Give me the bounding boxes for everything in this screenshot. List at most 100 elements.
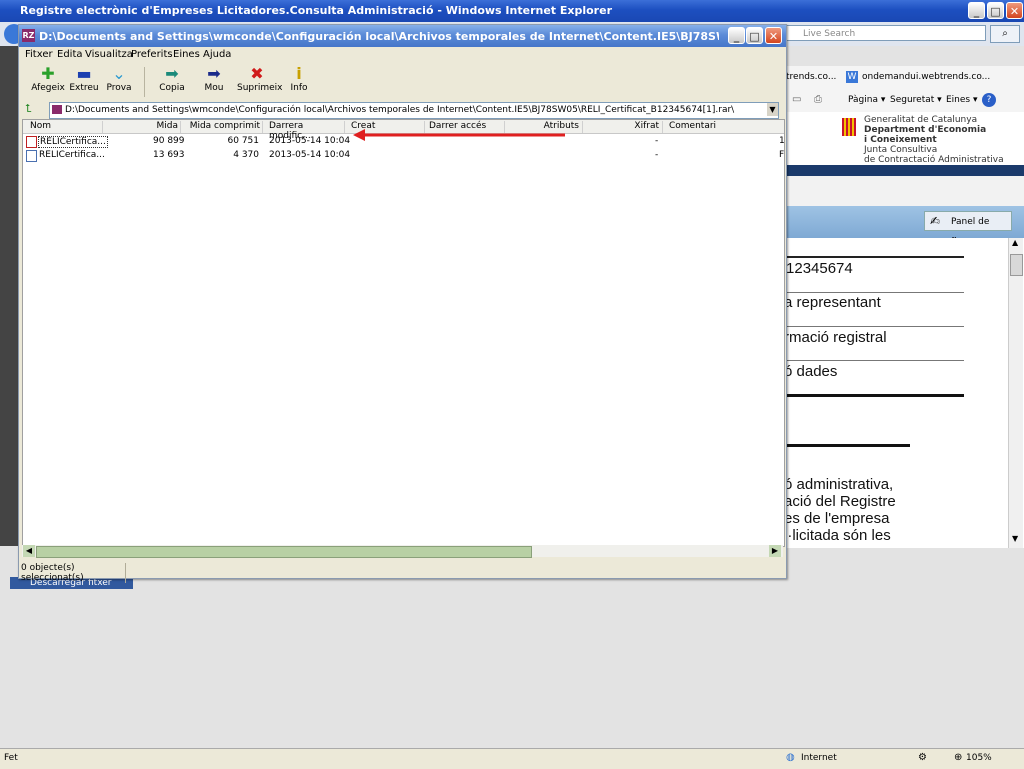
menu-help[interactable]: Ajuda [203,49,231,60]
menu-file[interactable]: Fitxer [25,49,53,60]
scroll-left-icon[interactable]: ◀ [23,545,35,557]
horizontal-scrollbar[interactable]: ◀ ▶ [22,545,783,558]
col-modified[interactable]: Darrera modific... [263,121,345,141]
zoom-level[interactable]: 105% [966,753,992,763]
ie-titlebar: Registre electrònic d'Empreses Licitador… [0,0,1024,22]
close-icon[interactable]: ✕ [1006,2,1023,19]
ie-page-content: Generalitat de Catalunya Department d'Ec… [784,112,1024,548]
scroll-up-icon[interactable]: ▲ [1012,238,1018,247]
toolbar-label: Extreu [69,83,99,93]
scrollbar-thumb[interactable] [1010,254,1023,276]
nif-fragment: B12345674 [784,260,853,277]
extract-icon: ▬ [76,64,92,83]
scrollbar-thumb[interactable] [36,546,532,558]
ie-links-bar: trends.co... W ondemandui.webtrends.co..… [784,66,1024,90]
maximize-icon[interactable]: □ [987,2,1004,19]
toolbar-label: Afegeix [31,83,65,93]
toolbar-label: Copia [159,83,185,93]
winrar-path-bar: ⮤ D:\Documents and Settings\wmconde\Conf… [19,101,786,119]
file-packed: 4 370 [233,150,259,160]
page-scrollbar[interactable]: ▲ ▼ [1008,238,1023,548]
globe-icon: ◍ [786,752,795,763]
delete-button[interactable]: ✖ Suprimeix [237,65,283,94]
menu-tools[interactable]: Eines [173,49,200,60]
gencat-line: i Coneixement [864,135,937,145]
menu-edit[interactable]: Edita [57,49,83,60]
divider [784,360,964,361]
tools-menu[interactable]: Eines ▾ [946,95,978,105]
search-icon[interactable]: ⌕ [990,25,1020,43]
selection-status: 0 objecte(s) seleccionat(s) [21,563,126,583]
security-zone: Internet [801,753,837,763]
move-button[interactable]: ➡ Mou [194,64,234,94]
dades-fragment: ó dades [784,363,838,380]
divider [784,256,964,258]
toolbar-label: Suprimeix [237,83,283,93]
path-field[interactable]: D:\Documents and Settings\wmconde\Config… [49,102,779,119]
gencat-logo-icon [842,118,856,136]
col-name[interactable]: Nom [23,121,103,133]
divider [784,394,964,397]
ie-status-bar: Fet ◍ Internet ⚙ ⊕ 105% [0,748,1024,769]
scroll-down-icon[interactable]: ▼ [1012,534,1018,543]
file-size: 90 899 [153,136,185,146]
test-icon: ⌄ [112,64,126,83]
up-folder-icon[interactable]: ⮤ [25,102,32,116]
copy-button[interactable]: ➡ Copia [152,64,192,94]
menu-favorites[interactable]: Preferits [131,49,173,60]
file-packed: 60 751 [227,136,260,146]
link-item[interactable]: ondemandui.webtrends.co... [862,72,990,82]
gencat-line: Department d'Economia [864,125,987,135]
xml-file-icon [26,150,37,162]
paragraph-line: l·licitada són les [784,527,891,544]
maximize-icon[interactable]: □ [746,27,763,44]
menu-view[interactable]: Visualitza [85,49,133,60]
copy-icon: ➡ [165,64,179,83]
file-modified: 2013-05-14 10:04 [269,150,351,160]
file-encrypted: - [655,136,659,146]
add-button[interactable]: ✚ Afegeix [28,64,68,94]
winrar-toolbar: ✚ Afegeix ▬ Extreu ⌄ Prova ➡ Copia ➡ Mou ✖ Sup… [19,63,786,102]
security-menu[interactable]: Seguretat ▾ [890,95,942,105]
winrar-window-title: D:\Documents and Settings\wmconde\Config… [39,30,719,43]
help-icon[interactable]: ? [982,93,996,107]
navy-band [784,165,1024,176]
ie-command-bar: ▭ ⎙ Pàgina ▾ Seguretat ▾ Eines ▾ ? [784,90,1024,113]
close-icon[interactable]: ✕ [765,27,782,44]
grey-band [784,176,1024,206]
scroll-right-icon[interactable]: ▶ [769,545,781,557]
link-item[interactable]: trends.co... [786,72,836,82]
pen-icon: ✍ [930,214,941,228]
blue-toolbar: Panel de firma ✍ [784,206,1024,247]
file-modified: 2013-05-14 10:04 [269,136,351,146]
gencat-header: Generalitat de Catalunya Department d'Ec… [864,115,1004,165]
col-comment[interactable]: Comentari [663,121,784,133]
divider [784,444,910,447]
info-button[interactable]: i Info [279,64,319,94]
file-name: RELICertifica... [39,150,105,160]
feeds-icon[interactable]: ▭ [792,94,801,105]
zoom-icon[interactable]: ⊕ [954,752,962,763]
file-encrypted: - [655,150,659,160]
pdf-file-icon [26,136,37,148]
col-packed[interactable]: Mida comprimit [181,121,263,133]
representant-fragment: a representant [784,294,881,311]
extract-button[interactable]: ▬ Extreu [64,64,104,94]
move-icon: ➡ [207,64,221,83]
protected-mode-icon[interactable]: ⚙ [918,752,927,763]
paragraph-line: ó administrativa, [784,476,894,493]
col-size[interactable]: Mida [103,121,181,133]
add-icon: ✚ [41,64,55,83]
test-button[interactable]: ⌄ Prova [99,64,139,94]
search-input[interactable]: Live Search [786,25,986,41]
toolbar-label: Mou [204,83,224,93]
info-icon: i [296,64,302,83]
col-encrypted[interactable]: Xifrat [583,121,663,133]
page-icon: W [846,71,858,83]
print-icon[interactable]: ⎙ [814,94,822,105]
minimize-icon[interactable]: _ [968,2,985,19]
page-menu[interactable]: Pàgina ▾ [848,95,885,105]
chevron-down-icon[interactable]: ▼ [767,103,778,116]
table-row[interactable]: RELICertifica... 13 693 4 370 2013-05-14… [23,149,784,162]
minimize-icon[interactable]: _ [728,27,745,44]
